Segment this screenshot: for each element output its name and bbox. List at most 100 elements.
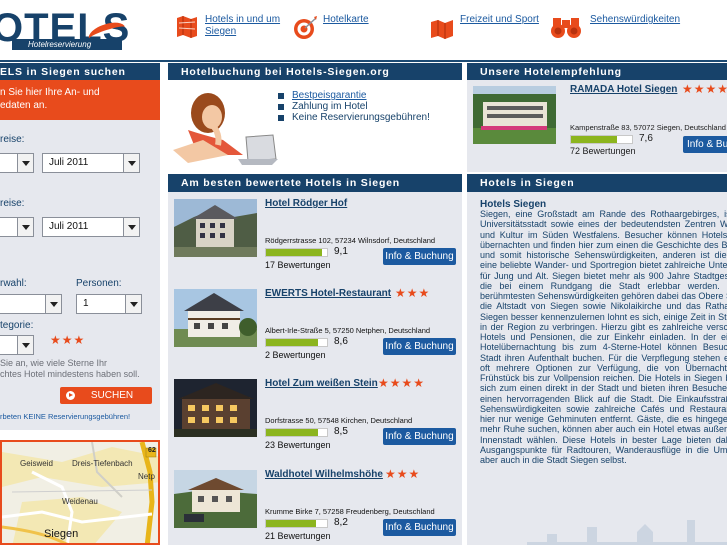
nav-link-freizeit[interactable]: Freizeit und Sport — [460, 14, 539, 26]
info-booking-button[interactable]: Info & Buchung — [383, 248, 456, 265]
chevron-down-icon — [45, 295, 61, 313]
info-booking-button[interactable]: Info & Buchung — [383, 338, 456, 355]
category-select[interactable] — [0, 335, 34, 355]
info-booking-button[interactable]: Info & Bu — [683, 136, 727, 153]
benefit-no-fees-text: Keine Reservierungsgebühren! — [292, 112, 430, 123]
city-map[interactable]: 62 Geisweid Dreis-Tiefenbach Netp Weiden… — [0, 440, 160, 545]
persons-select[interactable]: 1 — [76, 294, 142, 314]
rating-bar-fill — [266, 429, 318, 436]
category-description-line2: chtes Hotel mindestens haben soll. — [0, 369, 140, 379]
rating-value: 8,5 — [334, 426, 348, 437]
leisure-icon — [431, 20, 453, 39]
departure-day-select[interactable] — [0, 217, 34, 237]
best-rated-list: Hotel Rödger Hof Rödgerrstrasse 102, 572… — [168, 192, 462, 545]
hotel-photo[interactable] — [174, 199, 257, 257]
hotel-name-link[interactable]: EWERTS Hotel-Restaurant — [265, 288, 391, 299]
info-booking-button[interactable]: Info & Buchung — [383, 519, 456, 536]
map-label-siegen: Siegen — [44, 528, 79, 540]
booking-panel: Bestpeisgarantie Zahlung im Hotel Keine … — [168, 80, 462, 172]
rating-bar-fill — [266, 339, 319, 346]
hotel-stars: ★★★ — [385, 467, 421, 481]
nav-link-hotels-in-siegen-line2[interactable]: Siegen — [205, 26, 280, 38]
hotel-address: Albert-Irle-Straße 5, 57250 Netphen, Deu… — [265, 326, 431, 335]
chevron-down-icon — [17, 154, 33, 172]
hotel-name-link[interactable]: Hotel Zum weißen Stein — [265, 378, 378, 389]
arrival-day-select[interactable] — [0, 153, 34, 173]
bullet-square-icon — [278, 103, 284, 110]
arrival-month-select[interactable]: Juli 2011 — [42, 153, 140, 173]
nav-link-hotels-in-siegen-line1[interactable]: Hotels in und um — [205, 14, 280, 26]
category-description-line1: Sie an, wie viele Sterne Ihr — [0, 358, 108, 368]
arrival-month-value: Juli 2011 — [49, 157, 89, 168]
hotel-card: EWERTS Hotel-Restaurant ★★★ Albert-Irle-… — [168, 284, 462, 374]
search-intro: n Sie hier Ihre An- und edaten an. — [0, 80, 160, 120]
recommendation-header: Unsere Hotelempfehlung — [467, 63, 727, 81]
hotels-in-siegen-header: Hotels in Siegen — [467, 174, 727, 192]
nav-item-hotelkarte[interactable]: Hotelkarte — [293, 14, 369, 42]
hotel-name-link[interactable]: Hotel Rödger Hof — [265, 198, 347, 209]
siegen-info-text: Siegen, eine Großstadt am Rande des Roth… — [480, 209, 727, 465]
hotel-card: Hotel Zum weißen Stein ★★★★ Dorfstrasse … — [168, 374, 462, 464]
rating-value: 8,2 — [334, 517, 348, 528]
hotel-address: Rödgerrstrasse 102, 57234 Wilnsdorf, Deu… — [265, 236, 436, 245]
nav-item-hotels-in-siegen[interactable]: Hotels in und um Siegen — [175, 14, 280, 42]
nav-item-sehenswuerdigkeiten[interactable]: Sehenswürdigkeiten — [550, 14, 680, 42]
benefit-item-payment: Zahlung im Hotel — [278, 101, 430, 112]
room-choice-label: rwahl: — [0, 278, 27, 289]
nav-item-freizeit[interactable]: Freizeit und Sport — [430, 14, 539, 42]
review-count: 72 Bewertungen — [570, 146, 636, 156]
hotel-stars: ★★★★ — [378, 376, 426, 390]
info-booking-button[interactable]: Info & Buchung — [383, 428, 456, 445]
hotel-name-link[interactable]: Waldhotel Wilhelmshöhe — [265, 469, 383, 480]
hotel-address: Dorfstrasse 50, 57548 Kirchen, Deutschla… — [265, 416, 413, 425]
site-header: OTELS Hotelreservierung Hotels in und um… — [0, 0, 727, 62]
booking-panel-header: Hotelbuchung bei Hotels-Siegen.org — [168, 63, 462, 81]
rating-value: 7,6 — [639, 133, 653, 144]
rating-bar — [265, 519, 328, 528]
woman-with-laptop-illustration — [173, 93, 278, 165]
room-select[interactable] — [0, 294, 62, 314]
benefit-item-no-fees: Keine Reservierungsgebühren! — [278, 112, 430, 123]
nav-link-sehenswuerdigkeiten[interactable]: Sehenswürdigkeiten — [590, 14, 680, 26]
review-count: 2 Bewertungen — [265, 350, 326, 360]
binoculars-icon — [551, 18, 581, 38]
persons-value: 1 — [83, 298, 89, 309]
rating-value: 8,6 — [334, 336, 348, 347]
benefit-item-best-price: Bestpeisgarantie — [278, 90, 430, 101]
nav-link-hotelkarte[interactable]: Hotelkarte — [323, 14, 369, 26]
best-rated-header: Am besten bewertete Hotels in Siegen — [168, 174, 462, 192]
site-logo[interactable]: OTELS Hotelreservierung — [0, 8, 132, 50]
recommended-hotel-link[interactable]: RAMADA Hotel Siegen — [570, 84, 677, 95]
target-icon — [294, 16, 317, 39]
chevron-down-icon — [17, 336, 33, 354]
search-button-label: SUCHEN — [90, 390, 134, 401]
departure-month-select[interactable]: Juli 2011 — [42, 217, 140, 237]
no-fees-note: rbeten KEINE Reservierungsgebühren! — [0, 412, 131, 421]
city-map-icon — [177, 16, 197, 38]
arrival-label: reise: — [0, 134, 25, 145]
rating-bar-fill — [571, 136, 618, 143]
best-price-link[interactable]: Bestpeisgarantie — [292, 90, 367, 101]
chevron-down-icon — [123, 218, 139, 236]
booking-benefits-list: Bestpeisgarantie Zahlung im Hotel Keine … — [278, 90, 430, 123]
bullet-square-icon — [278, 114, 284, 121]
road-number-62: 62 — [148, 447, 156, 454]
search-button[interactable]: SUCHEN — [60, 387, 152, 404]
hotel-address: Kampenstraße 83, 57072 Siegen, Deutschla… — [570, 123, 726, 132]
go-arrow-icon — [66, 391, 75, 400]
hotel-photo[interactable] — [174, 470, 257, 528]
rating-bar — [265, 248, 328, 257]
hotel-address: Krumme Birke 7, 57258 Freudenberg, Deuts… — [265, 507, 435, 516]
review-count: 23 Bewertungen — [265, 440, 331, 450]
search-intro-line1: n Sie hier Ihre An- und — [0, 87, 100, 98]
logo-tagline: Hotelreservierung — [12, 39, 122, 50]
hotel-photo[interactable] — [174, 289, 257, 347]
rating-bar-fill — [266, 249, 322, 256]
rating-bar — [265, 428, 328, 437]
city-skyline-graphic — [527, 520, 727, 545]
hotel-photo[interactable] — [473, 86, 556, 144]
hotel-photo[interactable] — [174, 379, 257, 437]
hotel-stars: ★★★ — [395, 286, 431, 300]
hotel-card: Waldhotel Wilhelmshöhe ★★★ Krumme Birke … — [168, 465, 462, 545]
bullet-square-icon — [278, 92, 284, 99]
